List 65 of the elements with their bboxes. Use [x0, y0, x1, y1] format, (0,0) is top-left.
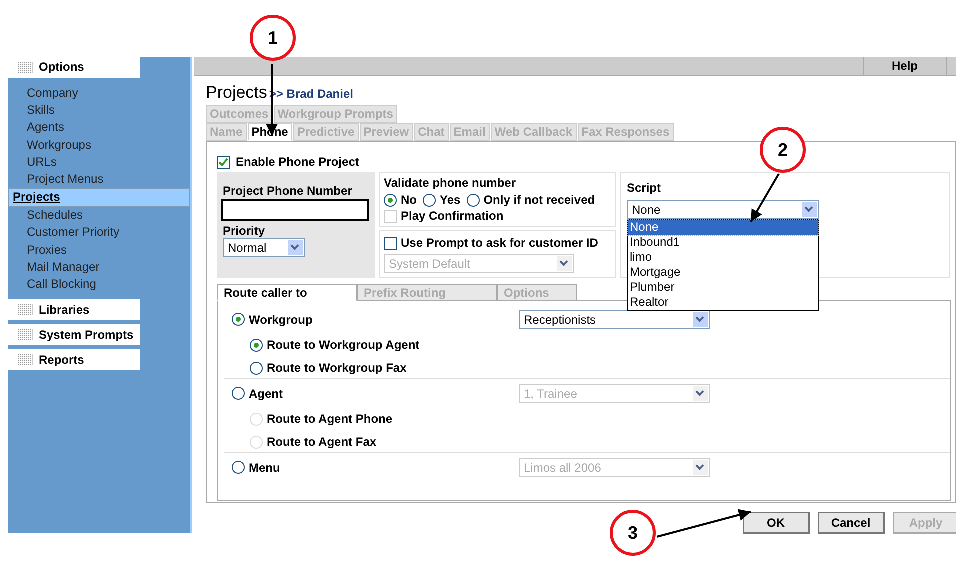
- radio-label: Yes: [440, 193, 461, 207]
- grip-icon: [18, 304, 33, 316]
- help-button[interactable]: Help: [863, 57, 947, 75]
- callout-marker: 3: [610, 510, 656, 556]
- radio-label: Menu: [249, 460, 280, 474]
- checkbox-label: Enable Phone Project: [236, 155, 360, 169]
- dropdown-option[interactable]: Realtor: [628, 295, 818, 310]
- radio-button[interactable]: [232, 461, 245, 474]
- dropdown-option[interactable]: Plumber: [628, 280, 818, 295]
- sidebar-section-header[interactable]: Options: [8, 57, 140, 78]
- field-label: Validate phone number: [384, 176, 516, 190]
- radio-label: No: [401, 193, 417, 207]
- sidebar-item[interactable]: Company: [8, 85, 190, 102]
- radio-label: Route to Agent Fax: [267, 435, 377, 449]
- sidebar-item[interactable]: Mail Manager: [8, 258, 190, 276]
- sidebar-item[interactable]: Projects: [8, 188, 190, 208]
- sidebar-section-header[interactable]: System Prompts: [8, 324, 140, 346]
- grip-icon: [18, 354, 33, 366]
- route-select[interactable]: Receptionists: [519, 310, 710, 329]
- checkbox[interactable]: [217, 156, 230, 168]
- sidebar-item[interactable]: Customer Priority: [8, 224, 190, 242]
- field-label: Priority: [223, 224, 266, 238]
- sidebar-item[interactable]: URLs: [8, 154, 190, 171]
- page-title: Projects: [206, 83, 268, 103]
- radio-label: Workgroup: [249, 312, 313, 326]
- sidebar-item[interactable]: Schedules: [8, 207, 190, 224]
- dropdown-option[interactable]: limo: [628, 250, 818, 265]
- dialog-button[interactable]: OK: [743, 512, 810, 534]
- callout-marker: 2: [760, 127, 806, 173]
- sidebar-section-header[interactable]: Reports: [8, 349, 140, 370]
- radio-button[interactable]: [250, 362, 263, 374]
- sidebar-section-header[interactable]: Libraries: [8, 299, 140, 320]
- radio-label: Only if not received: [484, 193, 596, 207]
- sidebar-item[interactable]: Project Menus: [8, 170, 190, 188]
- radio-button[interactable]: [232, 387, 245, 400]
- script-select[interactable]: None: [627, 200, 819, 219]
- sidebar-item[interactable]: Proxies: [8, 242, 190, 259]
- dropdown-option[interactable]: Inbound1: [628, 235, 818, 250]
- radio-label: Route to Agent Phone: [267, 412, 393, 426]
- radio-button[interactable]: [466, 194, 480, 206]
- sidebar-item[interactable]: Skills: [8, 102, 190, 120]
- radio-label: Route to Workgroup Fax: [267, 361, 407, 375]
- sidebar-item[interactable]: Workgroups: [8, 136, 190, 154]
- field-label: Script: [627, 181, 662, 195]
- sidebar-item[interactable]: Call Blocking: [8, 276, 190, 294]
- dropdown-option[interactable]: Mortgage: [628, 265, 818, 280]
- radio-label: Agent: [249, 386, 283, 400]
- radio-button[interactable]: [423, 194, 436, 206]
- radio-label: Route to Workgroup Agent: [267, 338, 420, 352]
- priority-select[interactable]: Normal: [223, 238, 305, 257]
- dialog-button[interactable]: Cancel: [818, 512, 885, 534]
- radio-button[interactable]: [250, 338, 263, 352]
- grip-icon: [18, 62, 33, 72]
- checkbox-label: Play Confirmation: [401, 209, 504, 223]
- field-label: Project Phone Number: [223, 184, 352, 198]
- phone-number-field[interactable]: [221, 199, 369, 221]
- sidebar-item[interactable]: Agents: [8, 119, 190, 137]
- checkbox[interactable]: [384, 236, 397, 250]
- checkbox-label: Use Prompt to ask for customer ID: [401, 236, 598, 250]
- callout-marker: 1: [250, 15, 296, 61]
- tab[interactable]: Route caller to: [217, 284, 357, 301]
- radio-button[interactable]: [384, 194, 397, 206]
- dropdown-option[interactable]: None: [628, 220, 818, 235]
- radio-button[interactable]: [232, 313, 245, 326]
- grip-icon: [18, 329, 33, 340]
